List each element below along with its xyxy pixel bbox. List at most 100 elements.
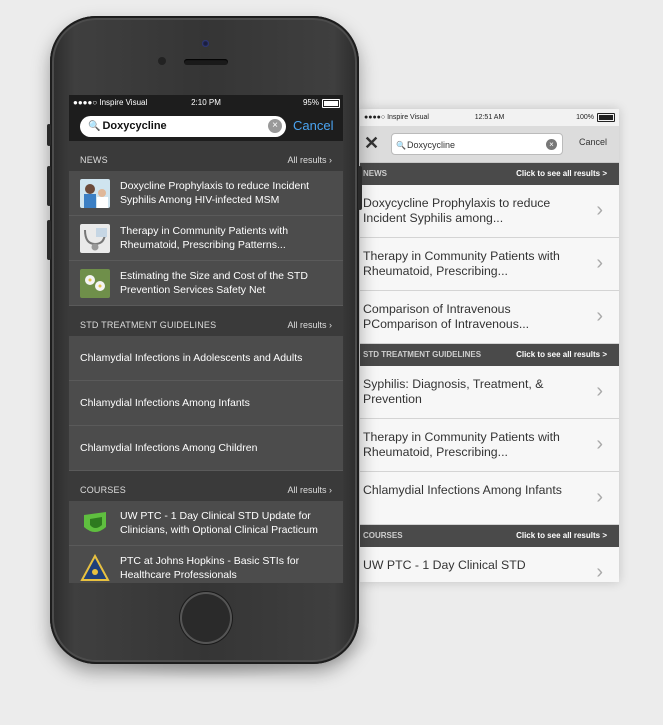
all-results-label: All results (287, 320, 327, 330)
volume-up-button (47, 166, 51, 206)
guideline-item[interactable]: Chlamydial Infections in Adolescents and… (69, 336, 343, 381)
all-results-link[interactable]: All results › (287, 149, 332, 171)
front-camera (202, 40, 209, 47)
chevron-right-icon: › (596, 380, 603, 402)
old-list-item[interactable]: Doxycycline Prophylaxis to reduce Incide… (360, 185, 619, 238)
battery-indicator: 95% (303, 95, 340, 111)
old-search-bar: ✕ 🔍Doxycycline × Cancel (360, 126, 619, 163)
old-list-item-text: Comparison of Intravenous PComparison of… (363, 302, 530, 331)
status-bar: ●●●●○ Inspire Visual 2:10 PM 95% (69, 95, 343, 111)
mute-switch (47, 124, 51, 146)
old-search-value: Doxycycline (406, 140, 455, 150)
old-list-item-text: Therapy in Community Patients with Rheum… (363, 249, 560, 278)
section-header-std-guidelines: STD TREATMENT GUIDELINES All results › (69, 314, 343, 336)
section-spacer (69, 306, 343, 314)
johns-hopkins-logo-icon (80, 554, 110, 583)
section-title: STD TREATMENT GUIDELINES (80, 320, 217, 330)
guideline-item[interactable]: Chlamydial Infections Among Children (69, 426, 343, 471)
cancel-button[interactable]: Cancel (293, 118, 333, 133)
old-section-title: COURSES (363, 531, 403, 540)
section-header-courses: COURSES All results › (69, 479, 343, 501)
power-button (358, 166, 362, 210)
old-section-header-courses: COURSES Click to see all results > (360, 525, 619, 547)
old-list-item-text: UW PTC - 1 Day Clinical STD (363, 558, 526, 572)
news-item-text: Estimating the Size and Cost of the STD … (120, 270, 308, 296)
news-item[interactable]: Doxycline Prophylaxis to reduce Incident… (69, 171, 343, 216)
clock: 2:10 PM (191, 98, 221, 107)
old-list-item[interactable]: Chlamydial Infections Among Infants › (360, 472, 619, 525)
battery-percent: 95% (302, 98, 319, 107)
guideline-item[interactable]: Chlamydial Infections Among Infants (69, 381, 343, 426)
old-section-header-std: STD TREATMENT GUIDELINES Click to see al… (360, 344, 619, 366)
phone-screen: ●●●●○ Inspire Visual 2:10 PM 95% 🔍 Doxycy… (69, 95, 343, 583)
course-item[interactable]: PTC at Johns Hopkins - Basic STIs for He… (69, 546, 343, 583)
old-battery-percent: 100% (576, 114, 594, 121)
proximity-sensor (158, 57, 166, 65)
old-list-item[interactable]: Therapy in Community Patients with Rheum… (360, 419, 619, 472)
chevron-right-icon: › (596, 433, 603, 455)
news-item[interactable]: Estimating the Size and Cost of the STD … (69, 261, 343, 306)
chevron-right-icon: › (596, 252, 603, 274)
course-item-text: PTC at Johns Hopkins - Basic STIs for He… (120, 555, 300, 581)
chevron-right-icon: › (329, 485, 332, 495)
section-title: COURSES (80, 485, 126, 495)
chevron-right-icon: › (596, 561, 603, 582)
chevron-right-icon: › (596, 486, 603, 508)
battery-icon (322, 98, 340, 108)
old-battery-indicator: 100% (576, 109, 615, 126)
all-results-link[interactable]: All results › (287, 479, 332, 501)
clear-icon[interactable]: × (546, 139, 557, 150)
old-list-item[interactable]: Syphilis: Diagnosis, Treatment, & Preven… (360, 366, 619, 419)
search-icon: 🔍 (88, 121, 101, 132)
old-list-item[interactable]: UW PTC - 1 Day Clinical STD › (360, 547, 619, 582)
course-item-text: UW PTC - 1 Day Clinical STD Update for C… (120, 510, 318, 536)
chevron-right-icon: › (329, 155, 332, 165)
home-button[interactable] (180, 592, 232, 644)
old-search-input[interactable]: 🔍Doxycycline × (391, 133, 563, 155)
news-item-text: Therapy in Community Patients with Rheum… (120, 225, 289, 251)
old-section-title: STD TREATMENT GUIDELINES (363, 350, 482, 359)
course-item[interactable]: UW PTC - 1 Day Clinical STD Update for C… (69, 501, 343, 546)
old-list-item[interactable]: Comparison of Intravenous PComparison of… (360, 291, 619, 344)
search-value: Doxycycline (102, 120, 167, 132)
section-spacer (69, 141, 343, 149)
chevron-right-icon: › (596, 305, 603, 327)
news-item-text: Doxycline Prophylaxis to reduce Incident… (120, 180, 310, 206)
search-input[interactable]: 🔍 Doxycycline × (80, 116, 286, 137)
old-see-all-link[interactable]: Click to see all results > (516, 163, 607, 185)
news-item[interactable]: Therapy in Community Patients with Rheum… (69, 216, 343, 261)
all-results-label: All results (287, 155, 327, 165)
old-see-all-link[interactable]: Click to see all results > (516, 525, 607, 547)
old-cancel-button[interactable]: Cancel (579, 137, 607, 147)
clear-icon[interactable]: × (268, 119, 282, 133)
old-status-bar: ●●●●○ Inspire Visual 12:51 AM 100% (360, 109, 619, 126)
iphone-frame: ●●●●○ Inspire Visual 2:10 PM 95% 🔍 Doxycy… (47, 16, 362, 664)
guideline-item-text: Chlamydial Infections Among Infants (80, 397, 250, 409)
old-list-item-text: Doxycycline Prophylaxis to reduce Incide… (363, 196, 551, 225)
section-spacer (69, 471, 343, 479)
close-icon[interactable]: ✕ (364, 133, 379, 154)
doctor-child-photo-icon (80, 179, 110, 208)
section-title: NEWS (80, 155, 108, 165)
old-list-item-text: Chlamydial Infections Among Infants (363, 483, 562, 497)
search-row: 🔍 Doxycycline × Cancel (69, 111, 343, 141)
old-see-all-link[interactable]: Click to see all results > (516, 344, 607, 366)
uw-ptc-logo-icon (80, 509, 110, 538)
stethoscope-photo-icon (80, 224, 110, 253)
guideline-item-text: Chlamydial Infections in Adolescents and… (80, 352, 303, 364)
earpiece-speaker (184, 59, 228, 65)
volume-down-button (47, 220, 51, 260)
old-list-item-text: Syphilis: Diagnosis, Treatment, & Preven… (363, 377, 544, 406)
all-results-link[interactable]: All results › (287, 314, 332, 336)
old-design-screen: ●●●●○ Inspire Visual 12:51 AM 100% ✕ 🔍Do… (360, 109, 619, 582)
battery-icon (597, 113, 615, 122)
flowers-photo-icon (80, 269, 110, 298)
chevron-right-icon: › (329, 320, 332, 330)
old-section-title: NEWS (363, 169, 387, 178)
all-results-label: All results (287, 485, 327, 495)
old-list-item-text: Therapy in Community Patients with Rheum… (363, 430, 560, 459)
chevron-right-icon: › (596, 199, 603, 221)
old-section-header-news: NEWS Click to see all results > (360, 163, 619, 185)
section-header-news: NEWS All results › (69, 149, 343, 171)
old-list-item[interactable]: Therapy in Community Patients with Rheum… (360, 238, 619, 291)
